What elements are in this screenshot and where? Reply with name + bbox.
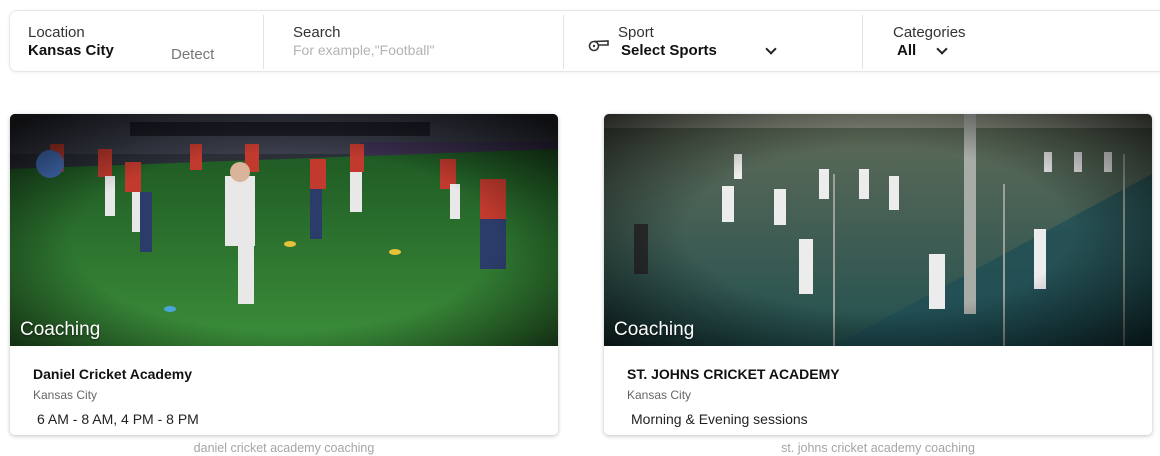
academy-hours: 6 AM - 8 AM, 4 PM - 8 PM [37, 411, 199, 427]
academy-hours: Morning & Evening sessions [631, 411, 808, 427]
academy-name[interactable]: ST. JOHNS CRICKET ACADEMY [627, 366, 840, 382]
category-tag: Coaching [20, 319, 101, 340]
categories-select[interactable]: All [897, 42, 916, 59]
categories-label: Categories [893, 24, 966, 41]
chevron-down-icon[interactable] [765, 43, 777, 55]
academy-card[interactable]: Coaching ST. JOHNS CRICKET ACADEMY Kansa… [604, 114, 1152, 435]
image-caption: daniel cricket academy coaching [193, 441, 375, 455]
location-label: Location [28, 24, 85, 41]
location-value: Kansas City [28, 42, 114, 59]
sport-filter[interactable]: Sport Select Sports [564, 11, 862, 71]
chevron-down-icon[interactable] [936, 43, 948, 55]
whistle-icon [588, 40, 609, 52]
academy-photo: Coaching [10, 114, 558, 346]
sport-label: Sport [618, 24, 654, 41]
categories-filter[interactable]: Categories All [863, 11, 1160, 71]
academy-city: Kansas City [627, 388, 692, 402]
location-filter[interactable]: Location Kansas City Detect [10, 11, 263, 71]
detect-location-button[interactable]: Detect [171, 46, 214, 63]
academy-card[interactable]: Coaching Daniel Cricket Academy Kansas C… [10, 114, 558, 435]
search-label: Search [293, 24, 341, 41]
academy-photo: Coaching [604, 114, 1152, 346]
search-filter[interactable]: Search For example,"Football" [264, 11, 563, 71]
search-input[interactable]: For example,"Football" [293, 42, 434, 58]
image-caption: st. johns cricket academy coaching [781, 441, 975, 455]
category-tag: Coaching [614, 319, 695, 340]
academy-city: Kansas City [33, 388, 98, 402]
sport-select[interactable]: Select Sports [621, 42, 717, 59]
filter-bar: Location Kansas City Detect Search For e… [9, 10, 1160, 72]
academy-name[interactable]: Daniel Cricket Academy [33, 366, 192, 382]
